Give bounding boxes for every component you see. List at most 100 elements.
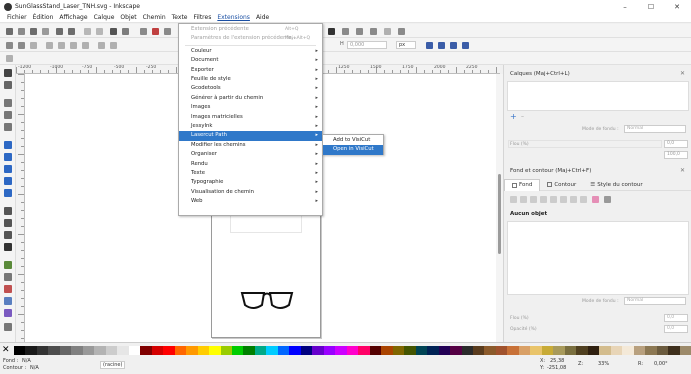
palette-swatch[interactable] — [140, 346, 153, 355]
palette-swatch[interactable] — [346, 346, 359, 355]
palette-swatch[interactable] — [48, 346, 61, 355]
menu-item-texte[interactable]: Texte ▸ — [179, 169, 322, 178]
rotate-ccw-icon[interactable] — [46, 42, 53, 49]
palette-swatch[interactable] — [358, 346, 371, 355]
palette-swatch[interactable] — [59, 346, 72, 355]
zoom-icon[interactable] — [140, 28, 147, 35]
menu-item-typographie[interactable]: Typographie ▸ — [179, 178, 322, 187]
3d-box-tool-icon[interactable] — [4, 153, 12, 161]
palette-swatch[interactable] — [232, 346, 245, 355]
menu-item-generer-a-partir-du-chemin[interactable]: Générer à partir du chemin ▸ — [179, 94, 322, 103]
palette-swatch[interactable] — [450, 346, 463, 355]
palette-swatch[interactable] — [679, 346, 691, 355]
node-tool-icon[interactable] — [122, 28, 129, 35]
close-fill-stroke-icon[interactable]: ✕ — [680, 167, 685, 174]
remove-layer-icon[interactable]: – — [521, 113, 524, 120]
gradient-tool-icon[interactable] — [4, 297, 12, 305]
current-layer-select[interactable]: (racine) — [100, 361, 126, 369]
tab-fill[interactable]: Fond — [504, 178, 541, 191]
palette-swatch[interactable] — [415, 346, 428, 355]
palette-swatch[interactable] — [312, 346, 325, 355]
blur-slider[interactable] — [508, 140, 662, 148]
palette-swatch[interactable] — [220, 346, 233, 355]
menu-item-exporter[interactable]: Exporter ▸ — [179, 66, 322, 75]
palette-swatch[interactable] — [300, 346, 313, 355]
ellipse-tool-icon[interactable] — [4, 165, 12, 173]
palette-swatch[interactable] — [105, 346, 118, 355]
palette-swatch[interactable] — [599, 346, 612, 355]
palette-swatch[interactable] — [484, 346, 497, 355]
menu-objet[interactable]: Objet — [117, 14, 139, 21]
scale-corners-icon[interactable] — [438, 42, 445, 49]
blend-mode-select-2[interactable]: Normal — [624, 297, 686, 305]
text-tool-icon[interactable] — [328, 28, 335, 35]
menu-item-lasercut-path[interactable]: Lasercut Path ▸ — [179, 131, 322, 141]
ungroup-icon[interactable] — [356, 28, 363, 35]
palette-swatch[interactable] — [128, 346, 141, 355]
maximize-button[interactable]: ☐ — [638, 0, 664, 13]
linear-gradient-icon[interactable] — [530, 196, 537, 203]
export-icon[interactable] — [68, 28, 75, 35]
palette-swatch[interactable] — [392, 346, 405, 355]
palette-swatch[interactable] — [633, 346, 646, 355]
menu-item-modifier-les-chemins[interactable]: Modifier les chemins ▸ — [179, 141, 322, 150]
pen-tool-icon[interactable] — [4, 219, 12, 227]
pattern-icon[interactable] — [560, 196, 567, 203]
palette-swatch[interactable] — [82, 346, 95, 355]
menu-extensions[interactable]: Extensions — [214, 14, 253, 21]
palette-swatch[interactable] — [530, 346, 543, 355]
text-tool-icon-left[interactable] — [4, 243, 12, 251]
spray-tool-icon[interactable] — [4, 261, 12, 269]
palette-swatch[interactable] — [553, 346, 566, 355]
dropper-tool-icon[interactable] — [4, 323, 12, 331]
selector-icon[interactable] — [110, 28, 117, 35]
lower-icon[interactable] — [110, 42, 117, 49]
preferences-icon[interactable] — [398, 28, 405, 35]
bucket-tool-icon[interactable] — [4, 285, 12, 293]
vertical-ruler[interactable] — [16, 74, 25, 342]
no-paint-icon[interactable] — [510, 196, 517, 203]
menu-item-gcodetools[interactable]: Gcodetools ▸ — [179, 84, 322, 93]
redo-icon[interactable] — [96, 28, 103, 35]
palette-swatch[interactable] — [186, 346, 199, 355]
heart-icon[interactable] — [592, 196, 599, 203]
unset-paint-icon[interactable] — [580, 196, 587, 203]
menu-item-images-matricielles[interactable]: Images matricielles ▸ — [179, 113, 322, 122]
mesh-tool-icon[interactable] — [4, 309, 12, 317]
palette-swatch[interactable] — [404, 346, 417, 355]
palette-swatch[interactable] — [587, 346, 600, 355]
zoom-value[interactable]: 33% — [598, 361, 609, 367]
transform-patterns-icon[interactable] — [462, 42, 469, 49]
palette-swatch[interactable] — [36, 346, 49, 355]
palette-swatch[interactable] — [163, 346, 176, 355]
palette-swatch[interactable] — [541, 346, 554, 355]
canvas-vertical-scrollbar[interactable] — [496, 74, 503, 342]
import-icon[interactable] — [56, 28, 63, 35]
deselect-icon[interactable] — [30, 42, 37, 49]
delete-icon[interactable] — [152, 28, 159, 35]
palette-swatch[interactable] — [668, 346, 681, 355]
minimize-button[interactable]: – — [612, 0, 638, 13]
palette-swatch[interactable] — [174, 346, 187, 355]
blur-value[interactable]: 0,0 — [664, 140, 688, 148]
menu-edition[interactable]: Édition — [30, 14, 57, 21]
menu-texte[interactable]: Texte — [169, 14, 191, 21]
palette-swatch[interactable] — [507, 346, 520, 355]
palette-swatch[interactable] — [381, 346, 394, 355]
flip-v-icon[interactable] — [82, 42, 89, 49]
opacity-value[interactable]: 100,0 — [664, 151, 688, 159]
measure-tool-icon[interactable] — [4, 123, 12, 131]
rotation-value[interactable]: 0,00° — [654, 361, 668, 367]
unit-select[interactable]: px — [396, 41, 416, 49]
scrollbar-thumb[interactable] — [498, 174, 501, 254]
menu-item-visualisation-de-chemin[interactable]: Visualisation de chemin ▸ — [179, 188, 322, 197]
menu-item-web[interactable]: Web ▸ — [179, 197, 322, 206]
menu-item-images[interactable]: Images ▸ — [179, 103, 322, 112]
duplicate-icon[interactable] — [164, 28, 171, 35]
menu-chemin[interactable]: Chemin — [140, 14, 169, 21]
palette-swatch[interactable] — [622, 346, 635, 355]
select-tool-icon[interactable] — [4, 69, 12, 77]
palette-swatch[interactable] — [277, 346, 290, 355]
menu-aide[interactable]: Aide — [253, 14, 272, 21]
select-all-icon[interactable] — [6, 42, 13, 49]
